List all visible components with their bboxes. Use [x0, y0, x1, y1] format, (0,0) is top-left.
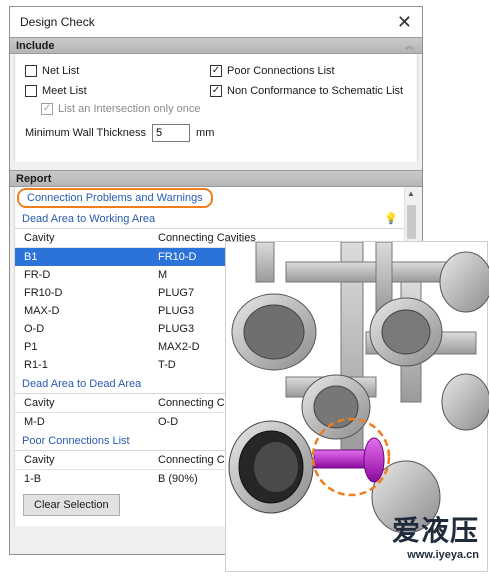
checkbox-box[interactable] — [25, 65, 37, 77]
collapse-icon[interactable]: ︽ — [405, 39, 414, 52]
meet-list-checkbox[interactable]: Meet List — [25, 85, 87, 97]
dead-to-working-header[interactable]: Dead Area to Working Area 💡 — [15, 209, 418, 229]
poor-connections-title: Poor Connections List — [22, 434, 130, 447]
cell-connecting: MAX2-D — [158, 341, 200, 353]
lightbulb-icon[interactable]: 💡 — [384, 212, 398, 225]
list-intersection-checkbox: ✓ List an Intersection only once — [41, 103, 200, 115]
min-wall-input[interactable] — [152, 124, 191, 142]
report-header-label: Report — [16, 172, 52, 185]
cell-connecting: T-D — [158, 359, 176, 371]
cell-connecting: O-D — [158, 416, 179, 428]
dead-to-working-label: Dead Area to Working Area — [22, 212, 156, 225]
include-panel: Net List ✓ Poor Connections List Meet Li… — [14, 54, 418, 162]
cell-connecting: PLUG3 — [158, 305, 195, 317]
close-icon[interactable]: ✕ — [397, 13, 412, 31]
cell-cavity: O-D — [24, 323, 45, 335]
cell-cavity: MAX-D — [24, 305, 60, 317]
cell-connecting: M — [158, 269, 168, 281]
cell-cavity: P1 — [24, 341, 38, 353]
scroll-up-icon[interactable]: ▲ — [407, 189, 415, 198]
scroll-thumb[interactable] — [407, 205, 416, 239]
poor-connections-checkbox[interactable]: ✓ Poor Connections List — [210, 65, 335, 77]
include-section-header[interactable]: Include ︽ — [10, 37, 422, 54]
checkbox-box[interactable] — [25, 85, 37, 97]
checkbox-checked-icon[interactable]: ✓ — [210, 85, 222, 97]
connection-problems-title[interactable]: Connection Problems and Warnings — [17, 188, 213, 208]
non-conformance-checkbox[interactable]: ✓ Non Conformance to Schematic List — [210, 85, 403, 97]
cell-connecting: PLUG7 — [158, 287, 195, 299]
model-viewport[interactable]: 爱液压 www.iyeya.cn — [225, 241, 490, 572]
cell-cavity: FR10-D — [24, 287, 63, 299]
window-title: Design Check — [20, 15, 95, 29]
cell-cavity: B1 — [24, 251, 38, 263]
non-conformance-label: Non Conformance to Schematic List — [227, 85, 404, 97]
poor-connections-label: Poor Connections List — [227, 65, 335, 77]
dead-to-dead-label: Dead Area to Dead Area — [22, 377, 142, 390]
net-list-checkbox[interactable]: Net List — [25, 65, 79, 77]
meet-list-label: Meet List — [42, 85, 87, 97]
watermark-brand: 爱液压 — [391, 515, 479, 546]
net-list-label: Net List — [42, 65, 80, 77]
min-wall-label: Minimum Wall Thickness — [25, 127, 147, 139]
cell-cavity: R1-1 — [24, 359, 48, 371]
list-intersection-label: List an Intersection only once — [58, 103, 201, 115]
cell-cavity: M-D — [24, 416, 45, 428]
checkbox-checked-icon[interactable]: ✓ — [210, 65, 222, 77]
cell-connecting: FR10-D — [158, 251, 197, 263]
cell-cavity: 1-B — [24, 473, 42, 485]
watermark-url: www.iyeya.cn — [407, 549, 479, 561]
col-cavity[interactable]: Cavity — [15, 397, 153, 409]
checkbox-checked-icon: ✓ — [41, 103, 53, 115]
clear-selection-button[interactable]: Clear Selection — [23, 494, 120, 516]
include-header-label: Include — [16, 39, 55, 52]
connection-problems-row[interactable]: Connection Problems and Warnings — [15, 187, 418, 209]
cell-connecting: PLUG3 — [158, 323, 195, 335]
col-cavity[interactable]: Cavity — [15, 454, 153, 466]
cell-cavity: FR-D — [24, 269, 51, 281]
unit-label: mm — [196, 127, 215, 139]
watermark: 爱液压 www.iyeya.cn — [392, 509, 479, 561]
min-wall-row: Minimum Wall Thickness mm — [25, 124, 214, 142]
col-cavity[interactable]: Cavity — [15, 232, 153, 244]
report-section-header[interactable]: Report — [10, 170, 422, 187]
title-bar: Design Check ✕ — [10, 7, 422, 37]
cell-connecting: B (90%) — [158, 473, 198, 485]
